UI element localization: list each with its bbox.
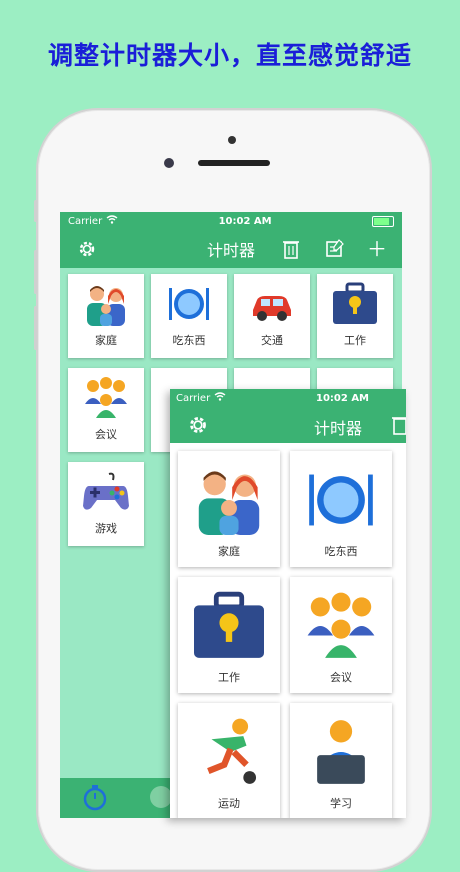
tile-transport[interactable]: 交通 [234, 274, 310, 358]
timer-tab-icon[interactable] [82, 784, 108, 816]
headline: 调整计时器大小，直至感觉舒适 [47, 41, 412, 70]
tile-label: 会议 [95, 428, 117, 441]
meeting-people-icon [81, 376, 131, 420]
wifi-icon [106, 215, 118, 227]
tile-meeting[interactable]: 会议 [68, 368, 144, 452]
tile-label: 工作 [344, 334, 366, 347]
header: Carrier 10:02 AM 计时器 ＋ [60, 212, 402, 268]
meeting-people-icon [301, 591, 381, 661]
overlay-title: 计时器 [314, 419, 363, 438]
tile-label: 学习 [330, 797, 352, 810]
overlay-nav-bar: 计时器 [170, 407, 406, 443]
camera-dot [228, 136, 236, 144]
overlay-time: 10:02 AM [316, 392, 370, 404]
tile-family[interactable]: 家庭 [178, 451, 280, 567]
speaker-grille [198, 160, 270, 166]
status-time: 10:02 AM [218, 215, 272, 227]
tile-label: 会议 [330, 671, 352, 684]
gamepad-icon [81, 470, 131, 514]
tile-family[interactable]: 家庭 [68, 274, 144, 358]
tile-games[interactable]: 游戏 [68, 462, 144, 546]
tile-label: 交通 [261, 334, 283, 347]
battery-icon [372, 215, 394, 227]
volume-down-button [34, 306, 37, 350]
nav-title: 计时器 [206, 241, 255, 260]
tile-label: 吃东西 [172, 334, 206, 347]
tile-label: 家庭 [218, 545, 240, 558]
briefcase-icon [189, 591, 269, 661]
tile-label: 游戏 [95, 522, 117, 535]
nav-bar: 计时器 ＋ [60, 230, 402, 268]
tile-label: 吃东西 [324, 545, 358, 558]
tile-eating[interactable]: 吃东西 [290, 451, 392, 567]
add-icon[interactable]: ＋ [366, 238, 388, 260]
tile-sports[interactable]: 运动 [178, 703, 280, 818]
settings-gear-icon[interactable] [76, 238, 98, 260]
family-icon [189, 465, 269, 535]
tile-work[interactable]: 工作 [317, 274, 393, 358]
soccer-player-icon [189, 717, 269, 787]
volume-up-button [34, 250, 37, 294]
car-icon [247, 282, 297, 326]
mute-switch [34, 200, 37, 222]
tile-meeting[interactable]: 会议 [290, 577, 392, 693]
front-camera [164, 158, 174, 168]
plate-cutlery-icon [301, 465, 381, 535]
wifi-icon [214, 392, 226, 404]
tile-label: 家庭 [95, 334, 117, 347]
edit-icon[interactable] [324, 238, 346, 260]
trash-icon[interactable] [280, 238, 302, 260]
overlay-timer-grid: 家庭 吃东西 工作 会议 运动 学习 [178, 451, 392, 818]
carrier-label: Carrier [68, 215, 103, 227]
trash-icon[interactable] [391, 414, 406, 440]
status-bar: Carrier 10:02 AM [60, 212, 402, 230]
study-icon [301, 717, 381, 787]
tile-label: 工作 [218, 671, 240, 684]
plate-cutlery-icon [164, 282, 214, 326]
resized-preview: Carrier 10:02 AM 计时器 家庭 吃东西 工作 会议 运动 学习 [170, 389, 406, 818]
tile-work[interactable]: 工作 [178, 577, 280, 693]
stats-tab-icon[interactable] [150, 786, 172, 808]
tile-eating[interactable]: 吃东西 [151, 274, 227, 358]
overlay-carrier: Carrier [176, 392, 211, 404]
briefcase-icon [330, 282, 380, 326]
settings-gear-icon[interactable] [186, 413, 210, 441]
tile-study[interactable]: 学习 [290, 703, 392, 818]
family-icon [81, 282, 131, 326]
tile-label: 运动 [218, 797, 240, 810]
carrier-info: Carrier [68, 215, 118, 227]
overlay-status-bar: Carrier 10:02 AM [170, 389, 406, 407]
